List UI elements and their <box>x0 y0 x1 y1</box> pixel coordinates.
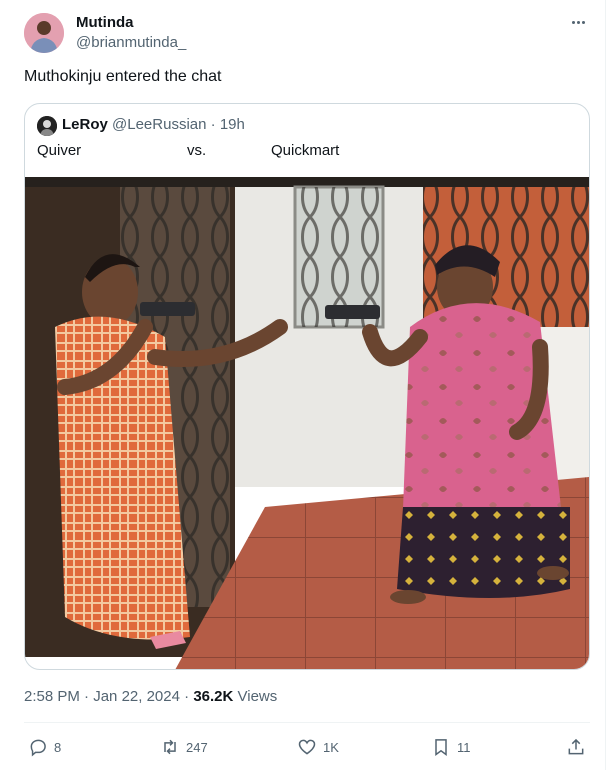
quoted-tweet[interactable]: LeRoy @LeeRussian · 19h Quiver vs. Quick… <box>24 103 590 670</box>
repost-icon <box>164 739 176 755</box>
views-count[interactable]: 36.2K <box>193 688 233 705</box>
author-avatar[interactable] <box>24 13 64 53</box>
share-button[interactable] <box>566 737 586 757</box>
quoted-author-name: LeRoy <box>62 116 108 133</box>
bookmark-button[interactable]: 11 <box>431 737 471 757</box>
quoted-header: LeRoy @LeeRussian · 19h <box>62 116 245 133</box>
tweet-time[interactable]: 2:58 PM <box>24 688 80 705</box>
tweet-date[interactable]: Jan 22, 2024 <box>93 688 180 705</box>
quoted-time: 19h <box>219 116 245 133</box>
quoted-text-quickmart: Quickmart <box>271 142 340 159</box>
like-count: 1K <box>323 739 339 755</box>
repost-button[interactable]: 247 <box>160 737 208 757</box>
quoted-text-vs: vs. <box>187 142 207 159</box>
meta-separator-2: · <box>179 688 194 705</box>
quoted-text-quiver: Quiver <box>37 142 82 159</box>
right-border <box>605 0 606 770</box>
reply-icon <box>30 739 46 757</box>
quoted-media-image[interactable] <box>25 177 589 669</box>
more-icon[interactable] <box>568 12 588 32</box>
tweet-card: Mutinda @brianmutinda_ Muthokinju entere… <box>0 0 614 770</box>
bookmark-icon <box>435 739 447 756</box>
bookmark-count: 11 <box>457 739 471 755</box>
repost-count: 247 <box>186 739 208 755</box>
divider <box>24 722 590 723</box>
share-icon <box>568 738 584 755</box>
tweet-meta: 2:58 PM · Jan 22, 2024 · 36.2K Views <box>24 688 277 705</box>
like-button[interactable]: 1K <box>297 737 339 757</box>
quoted-time-separator: · <box>206 116 220 133</box>
like-icon <box>298 739 316 755</box>
author-handle[interactable]: @brianmutinda_ <box>76 34 186 51</box>
reply-button[interactable]: 8 <box>28 737 61 757</box>
quoted-author-handle: @LeeRussian <box>112 116 207 133</box>
quoted-author-avatar <box>37 116 57 136</box>
author-name[interactable]: Mutinda <box>76 14 134 31</box>
tweet-text: Muthokinju entered the chat <box>24 68 222 85</box>
meta-separator: · <box>79 688 94 705</box>
reply-count: 8 <box>54 739 62 755</box>
views-label: Views <box>233 688 278 705</box>
